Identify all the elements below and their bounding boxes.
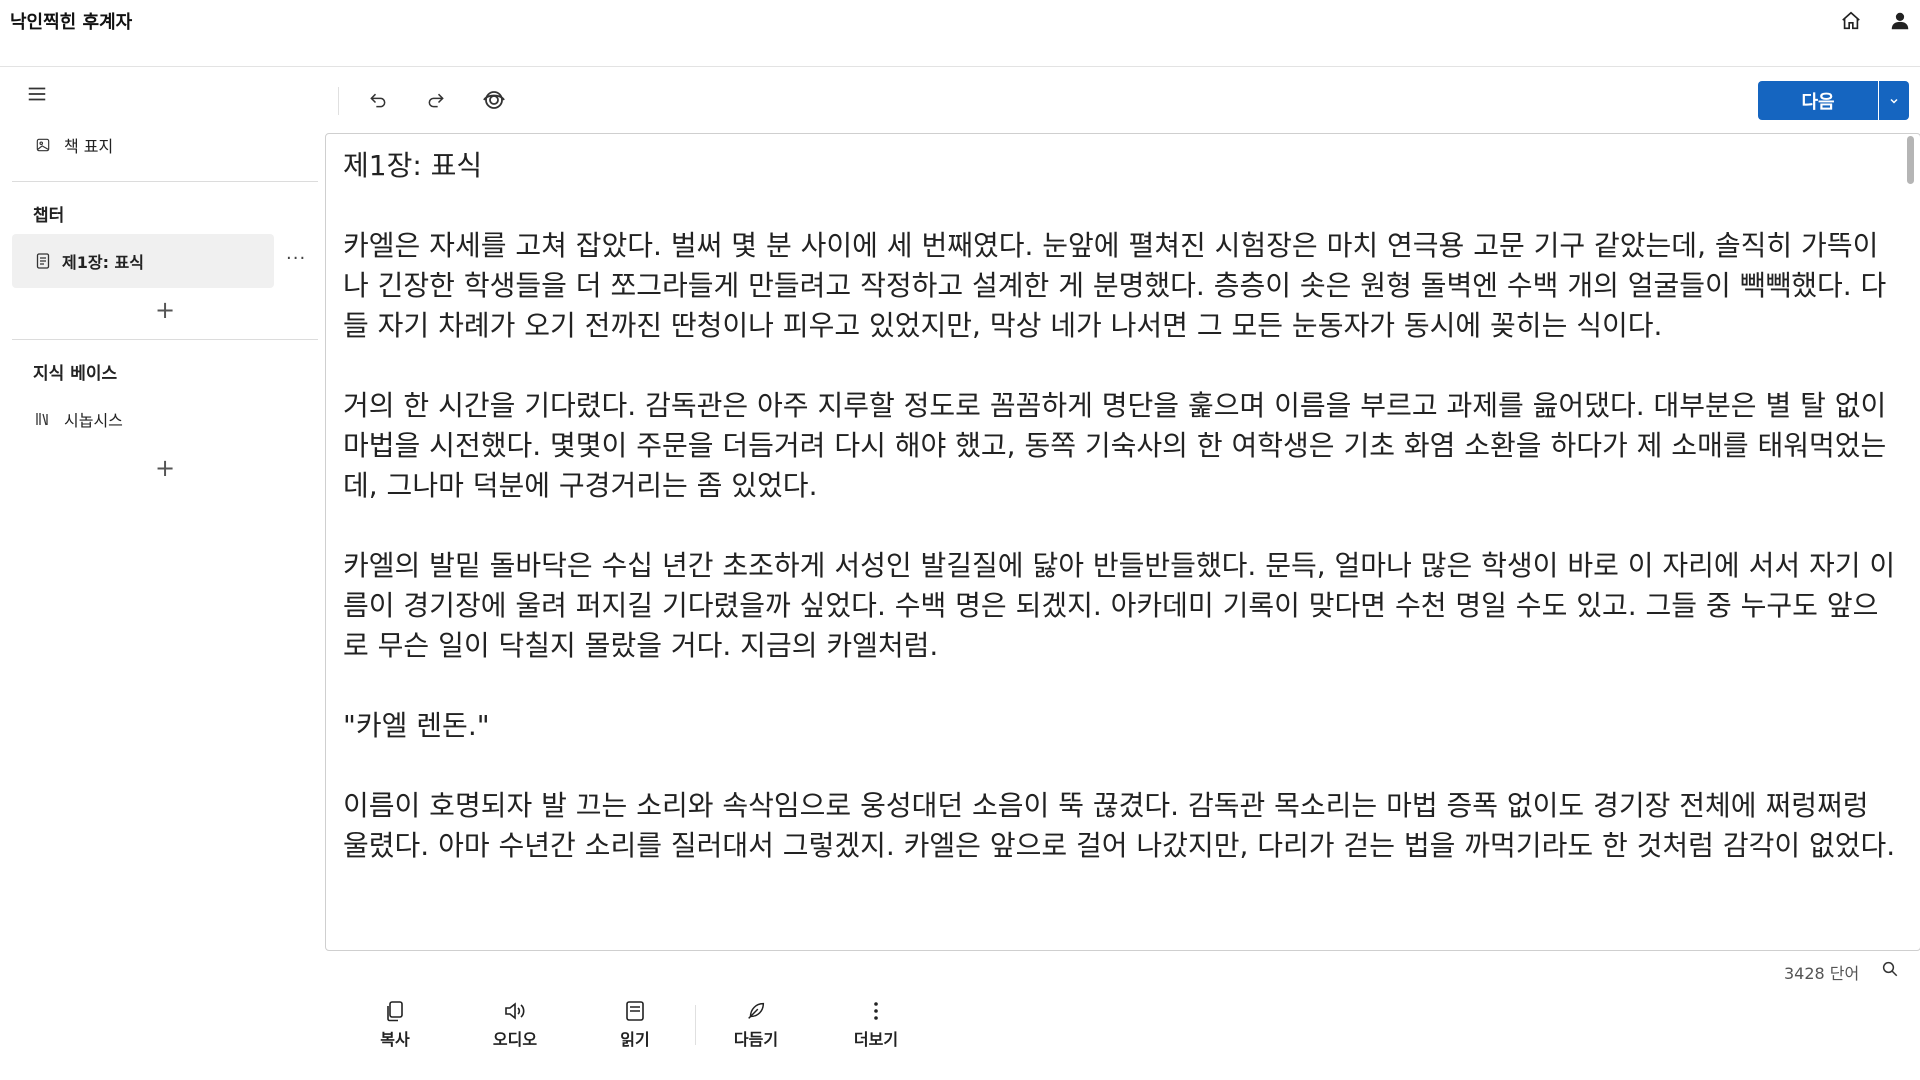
scrollbar-thumb[interactable] [1907,136,1914,184]
chapter-more-button[interactable]: ··· [286,248,306,269]
paragraph: 카엘의 발밑 돌바닥은 수십 년간 초조하게 서성인 발길질에 닳아 반들반들했… [343,549,1896,662]
toolbar-divider [695,1005,696,1045]
account-icon[interactable] [1887,8,1913,34]
sidebar-item-label: 책 표지 [64,137,114,156]
divider [12,181,318,182]
refine-button[interactable]: 다듬기 [711,998,801,1050]
top-bar: 낙인찍힌 후계자 [0,0,1920,67]
menu-icon[interactable] [26,83,50,107]
paragraph: 카엘은 자세를 고쳐 잡았다. 벌써 몇 분 사이에 세 번째였다. 눈앞에 펼… [343,229,1887,342]
sidebar-item-chapter-1[interactable]: 제1장: 표식 [12,234,274,288]
copy-button[interactable]: 복사 [350,998,440,1050]
audio-button[interactable]: 오디오 [470,998,560,1050]
redo-icon[interactable] [422,86,450,114]
preview-icon[interactable] [480,86,508,114]
chapters-heading: 챕터 [33,206,65,226]
sidebar-item-label: 시놉시스 [64,411,123,430]
word-count: 3428 단어 [1784,964,1860,983]
next-dropdown-button[interactable] [1879,81,1909,120]
audio-icon [502,998,528,1024]
feather-icon [743,998,769,1024]
editor-scrollbar[interactable] [1906,134,1914,950]
books-icon [34,410,52,428]
search-icon[interactable] [1881,960,1903,982]
sidebar-item-synopsis[interactable]: 시놉시스 [34,407,123,431]
add-knowledge-button[interactable]: + [153,456,177,480]
add-chapter-button[interactable]: + [153,298,177,322]
manuscript-editor[interactable]: 제1장: 표식 카엘은 자세를 고쳐 잡았다. 벌써 몇 분 사이에 세 번째였… [325,133,1920,951]
knowledge-base-heading: 지식 베이스 [33,364,118,384]
divider [12,339,318,340]
copy-icon [382,998,408,1024]
chapter-heading: 제1장: 표식 [343,149,483,182]
read-icon [622,998,648,1024]
undo-icon[interactable] [364,86,392,114]
chevron-down-icon [1890,98,1898,104]
chapter-label: 제1장: 표식 [62,253,144,272]
paragraph: 거의 한 시간을 기다렸다. 감독관은 아주 지루할 정도로 꼼꼼하게 명단을 … [343,389,1887,502]
more-button[interactable]: 더보기 [831,998,921,1050]
document-icon [34,252,52,270]
image-icon [34,136,52,154]
toolbar-divider [338,87,339,115]
read-button[interactable]: 읽기 [590,998,680,1050]
paragraph: "카엘 렌돈." [343,709,490,742]
more-vertical-icon [863,998,889,1024]
paragraph: 이름이 호명되자 발 끄는 소리와 속삭임으로 웅성대던 소음이 뚝 끊겼다. … [343,789,1896,862]
next-button[interactable]: 다음 [1758,81,1878,120]
app-title: 낙인찍힌 후계자 [10,12,133,33]
editor-content[interactable]: 제1장: 표식 카엘은 자세를 고쳐 잡았다. 벌써 몇 분 사이에 세 번째였… [343,146,1903,866]
sidebar-item-cover[interactable]: 책 표지 [34,133,113,157]
home-icon[interactable] [1838,8,1864,34]
